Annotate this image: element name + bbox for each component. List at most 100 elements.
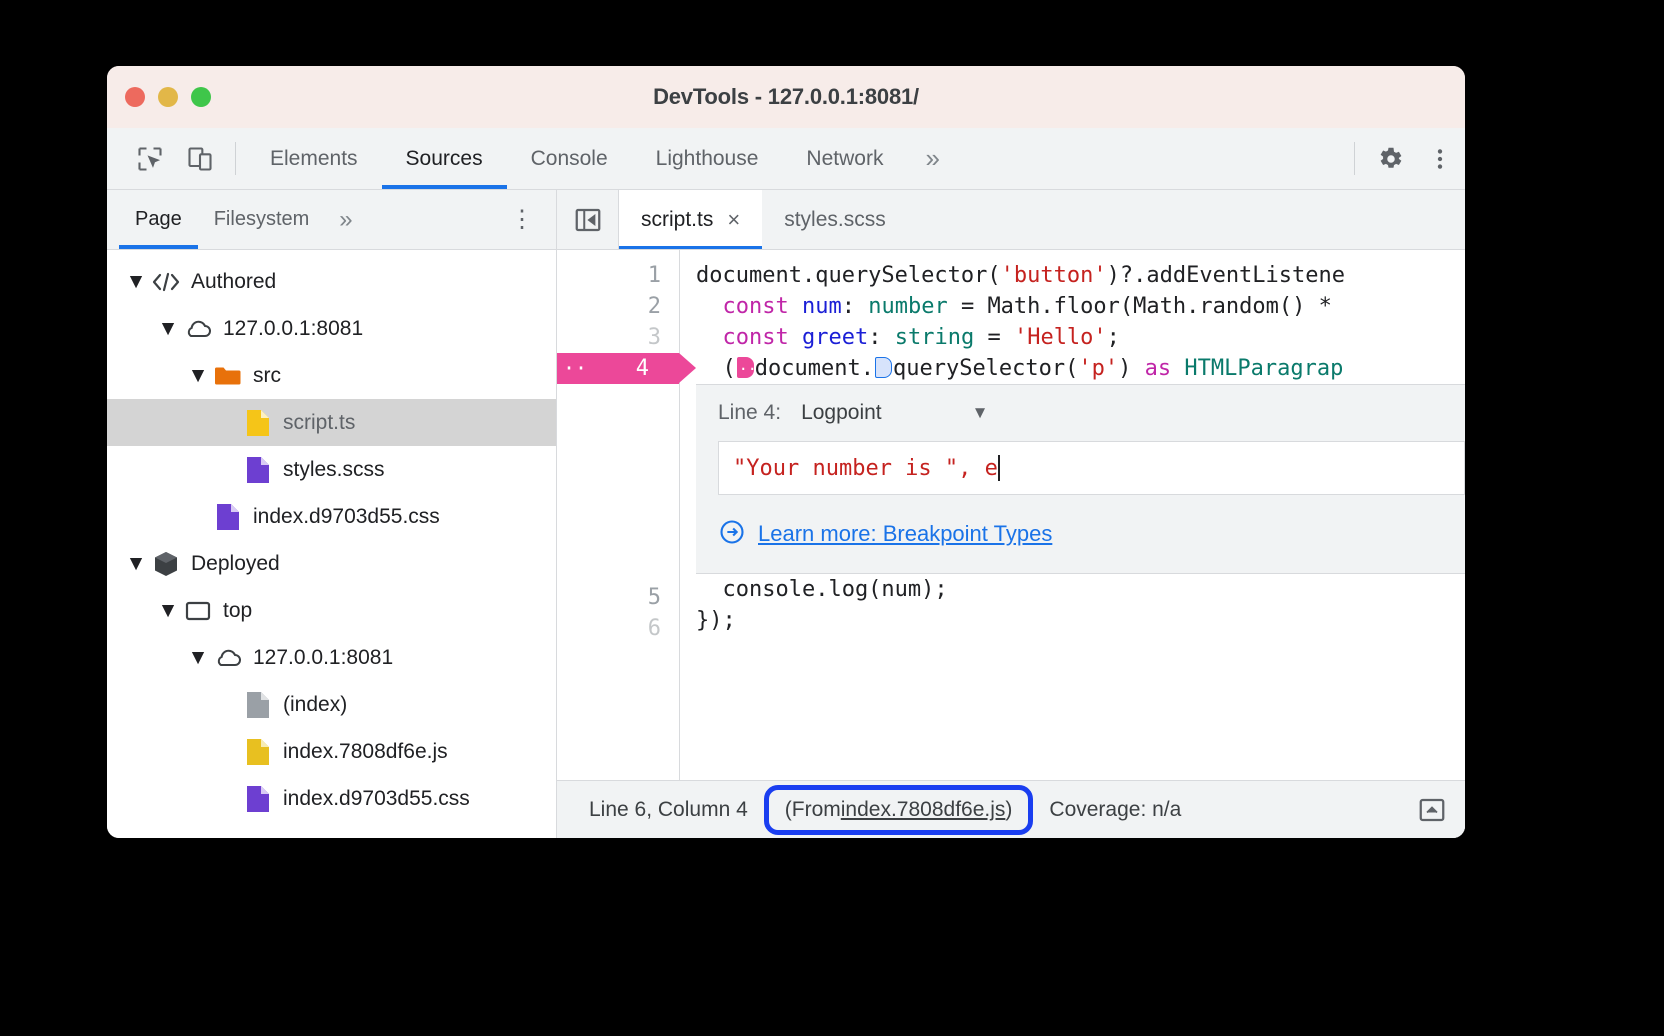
line-number[interactable]: 6 (557, 613, 679, 644)
file-css-icon (213, 502, 243, 532)
open-drawer-icon[interactable] (1417, 795, 1465, 825)
code-token: ( (723, 356, 736, 381)
inline-logpoint-chip[interactable] (737, 357, 754, 378)
code-line-1[interactable]: document.querySelector('button')?.addEve… (680, 260, 1465, 291)
caret-down-icon[interactable]: ▼ (125, 271, 147, 293)
line-number[interactable]: 3 (557, 322, 679, 353)
tab-network[interactable]: Network (782, 128, 907, 189)
code-editor[interactable]: 1 2 3 ·· 4 5 6 document.querySelector('b… (557, 250, 1465, 780)
close-icon[interactable]: × (727, 209, 740, 231)
code-token: : (842, 294, 869, 319)
tree-item-index-doc[interactable]: (index) (107, 681, 556, 728)
caret-down-icon[interactable]: ▼ (187, 365, 209, 387)
cube-icon (151, 549, 181, 579)
nav-tab-filesystem[interactable]: Filesystem (198, 190, 326, 249)
tree-item-top[interactable]: ▼ top (107, 587, 556, 634)
screenshot-root: DevTools - 127.0.0.1:8081/ Elements Sour… (0, 0, 1664, 1036)
code-line-5[interactable]: console.log(num); (680, 574, 1465, 605)
tree-item-styles-scss[interactable]: styles.scss (107, 446, 556, 493)
code-content[interactable]: document.querySelector('button')?.addEve… (680, 250, 1465, 780)
device-toolbar-icon[interactable] (175, 128, 225, 189)
breakpoint-type-value: Logpoint (801, 401, 882, 425)
minimize-button[interactable] (158, 87, 178, 107)
tree-item-deployed-host[interactable]: ▼ 127.0.0.1:8081 (107, 634, 556, 681)
code-token: document.querySelector( (696, 263, 1001, 288)
logpoint-expression-field[interactable]: "Your number is ", e (718, 441, 1465, 495)
tree-item-label: src (253, 364, 281, 388)
main-toolbar: Elements Sources Console Lighthouse Netw… (107, 128, 1465, 190)
nav-tab-page[interactable]: Page (119, 190, 198, 249)
line-number[interactable]: 5 (557, 582, 679, 613)
tab-network-label: Network (806, 147, 883, 171)
caret-down-icon[interactable]: ▼ (187, 647, 209, 669)
tree-item-authored-host[interactable]: ▼ 127.0.0.1:8081 (107, 305, 556, 352)
more-vertical-icon[interactable] (1415, 128, 1465, 189)
caret-down-icon[interactable]: ▼ (125, 553, 147, 575)
tree-item-index-js[interactable]: index.7808df6e.js (107, 728, 556, 775)
tree-item-label: script.ts (283, 411, 355, 435)
inspect-element-icon[interactable] (125, 128, 175, 189)
breakpoint-type-select[interactable]: Logpoint ▼ (801, 401, 988, 425)
navigator-panel: Page Filesystem » ⋮ ▼ Authored (107, 190, 557, 838)
editor-status-bar: Line 6, Column 4 (From index.7808df6e.js… (557, 780, 1465, 838)
devtools-window: DevTools - 127.0.0.1:8081/ Elements Sour… (107, 66, 1465, 838)
line-number-gutter[interactable]: 1 2 3 ·· 4 5 6 (557, 250, 680, 780)
line-number[interactable]: 1 (557, 260, 679, 291)
chevron-down-icon: ▼ (972, 403, 989, 423)
editor-tab-styles-scss[interactable]: styles.scss (762, 190, 908, 249)
maximize-button[interactable] (191, 87, 211, 107)
panel-tabs: Elements Sources Console Lighthouse Netw… (246, 128, 907, 189)
coverage-status: Coverage: n/a (1035, 798, 1195, 822)
code-token: document. (755, 356, 874, 381)
code-line-3[interactable]: const greet: string = 'Hello'; (680, 322, 1465, 353)
nav-menu-icon[interactable]: ⋮ (488, 190, 556, 249)
code-token-string: 'Hello' (1014, 325, 1107, 350)
tab-lighthouse[interactable]: Lighthouse (632, 128, 783, 189)
inline-breakpoint-chip[interactable] (875, 357, 892, 378)
learn-more-breakpoint-types-link[interactable]: Learn more: Breakpoint Types (758, 521, 1052, 547)
code-token-type: HTMLParagrap (1171, 356, 1343, 381)
tree-item-index-css-deployed[interactable]: index.d9703d55.css (107, 775, 556, 822)
logpoint-expression-value: "Your number is ", e (733, 456, 998, 481)
cloud-icon (183, 314, 213, 344)
code-token: )?.addEventListene (1107, 263, 1345, 288)
file-js-icon (243, 408, 273, 438)
line-number[interactable]: 2 (557, 291, 679, 322)
tree-item-label: index.d9703d55.css (283, 787, 470, 811)
more-panels-icon[interactable]: » (907, 128, 957, 189)
tab-elements[interactable]: Elements (246, 128, 382, 189)
tab-sources[interactable]: Sources (382, 128, 507, 189)
breakpoint-line-label: Line 4: (718, 401, 781, 425)
nav-more-tabs-icon[interactable]: » (325, 190, 366, 249)
show-navigator-icon[interactable] (557, 190, 619, 249)
file-doc-icon (243, 690, 273, 720)
external-link-arrow-icon (718, 518, 746, 551)
editor-panel: script.ts × styles.scss 1 2 3 ·· 4 (557, 190, 1465, 838)
code-line-4[interactable]: (document.querySelector('p') as HTMLPara… (680, 353, 1465, 384)
tree-item-label: index.d9703d55.css (253, 505, 440, 529)
tree-item-index-css-authored[interactable]: index.d9703d55.css (107, 493, 556, 540)
tree-item-label: index.7808df6e.js (283, 740, 448, 764)
code-token: = Math.floor(Math.random() * (948, 294, 1332, 319)
tree-item-deployed[interactable]: ▼ Deployed (107, 540, 556, 587)
breakpoint-marker-line-4[interactable]: ·· 4 (557, 353, 679, 384)
tree-item-label: Deployed (191, 552, 280, 576)
close-button[interactable] (125, 87, 145, 107)
caret-down-icon[interactable]: ▼ (157, 600, 179, 622)
tree-item-script-ts[interactable]: script.ts (107, 399, 556, 446)
tree-item-authored[interactable]: ▼ Authored (107, 258, 556, 305)
gear-icon[interactable] (1365, 128, 1415, 189)
code-token-keyword: const (723, 294, 789, 319)
tab-console[interactable]: Console (507, 128, 632, 189)
caret-down-icon[interactable]: ▼ (157, 318, 179, 340)
code-line-2[interactable]: const num: number = Math.floor(Math.rand… (680, 291, 1465, 322)
file-js-icon (243, 737, 273, 767)
code-line-6[interactable]: }); (680, 605, 1465, 636)
editor-tab-script-ts[interactable]: script.ts × (619, 190, 762, 249)
tree-item-src[interactable]: ▼ src (107, 352, 556, 399)
tree-item-label: (index) (283, 693, 347, 717)
breakpoint-editor-header: Line 4: Logpoint ▼ (696, 385, 1465, 441)
source-origin-link[interactable]: index.7808df6e.js (841, 798, 1006, 822)
code-token-keyword: const (723, 325, 789, 350)
from-prefix: (From (785, 798, 841, 822)
